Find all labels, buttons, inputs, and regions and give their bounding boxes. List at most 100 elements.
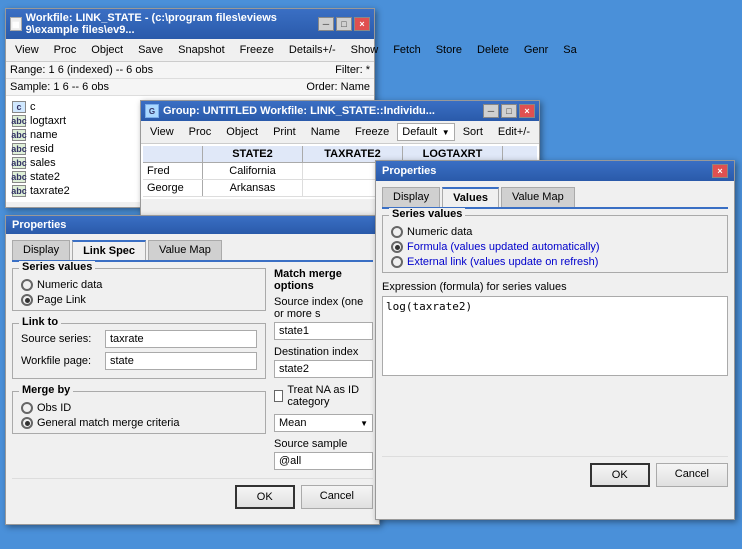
group-title-bar: G Group: UNTITLED Workfile: LINK_STATE::… xyxy=(141,101,539,121)
expression-container: Expression (formula) for series values l… xyxy=(382,281,728,376)
group-row-header xyxy=(143,146,203,162)
tab-link-spec[interactable]: Link Spec xyxy=(72,240,146,260)
menu-store[interactable]: Store xyxy=(429,41,469,59)
group-menu-edit[interactable]: Edit+/- xyxy=(491,123,537,141)
radio-numeric-data[interactable]: Numeric data xyxy=(21,279,257,291)
cell-george-state2: Arkansas xyxy=(203,180,303,196)
props-right-buttons: OK Cancel xyxy=(382,456,728,487)
row-label-george: George xyxy=(143,180,203,196)
source-index-label: Source index (one or more s xyxy=(274,296,373,320)
radio-numeric-dot xyxy=(21,279,33,291)
menu-freeze[interactable]: Freeze xyxy=(233,41,281,59)
props-left-ok-btn[interactable]: OK xyxy=(235,485,295,509)
group-menu-name[interactable]: Name xyxy=(304,123,347,141)
group-style-dropdown[interactable]: Default▼ xyxy=(397,123,454,141)
tab-values-right[interactable]: Values xyxy=(442,187,499,207)
treat-na-checkbox[interactable] xyxy=(274,390,283,402)
treat-na-label: Treat NA as ID category xyxy=(287,384,373,408)
source-sample-input[interactable] xyxy=(274,452,373,470)
merge-by-radio-group: Obs ID General match merge criteria xyxy=(21,402,257,429)
menu-fetch[interactable]: Fetch xyxy=(386,41,428,59)
expression-value: log(taxrate2) xyxy=(386,300,472,313)
props-left-columns: Series values Numeric data Page Link Lin xyxy=(12,268,373,470)
group-close-btn[interactable]: × xyxy=(519,104,535,118)
minimize-btn[interactable]: ─ xyxy=(318,17,334,31)
menu-proc[interactable]: Proc xyxy=(47,41,84,59)
radio-page-link-dot xyxy=(21,294,33,306)
properties-dialog-right: Properties × Display Values Value Map Se… xyxy=(375,160,735,520)
series-type-icon: abc xyxy=(12,171,26,183)
tab-value-map-right[interactable]: Value Map xyxy=(501,187,575,207)
group-menu-print[interactable]: Print xyxy=(266,123,303,141)
source-index-input[interactable] xyxy=(274,322,373,340)
series-type-icon: abc xyxy=(12,157,26,169)
props-left-tab-bar: Display Link Spec Value Map xyxy=(12,240,373,262)
mean-dropdown-container: Mean ▼ xyxy=(274,414,373,432)
menu-show[interactable]: Show xyxy=(344,41,386,59)
row-label-fred: Fred xyxy=(143,163,203,179)
props-right-col: Match merge options Source index (one or… xyxy=(274,268,373,470)
menu-object[interactable]: Object xyxy=(84,41,130,59)
menu-delete[interactable]: Delete xyxy=(470,41,516,59)
props-left-body: Display Link Spec Value Map Series value… xyxy=(6,234,379,524)
close-btn[interactable]: × xyxy=(354,17,370,31)
series-values-group-right: Series values Numeric data Formula (valu… xyxy=(382,215,728,273)
group-menu-object[interactable]: Object xyxy=(219,123,265,141)
menu-genr[interactable]: Genr xyxy=(517,41,555,59)
mean-dropdown[interactable]: Mean ▼ xyxy=(274,414,373,432)
props-left-col: Series values Numeric data Page Link Lin xyxy=(12,268,266,470)
menu-sa[interactable]: Sa xyxy=(556,41,583,59)
workfile-page-input[interactable] xyxy=(105,352,257,370)
series-type-icon: c xyxy=(12,101,26,113)
radio-numeric-right[interactable]: Numeric data xyxy=(391,226,719,238)
radio-external-right[interactable]: External link (values update on refresh) xyxy=(391,256,719,268)
dropdown-arrow-icon: ▼ xyxy=(360,419,368,428)
tab-value-map[interactable]: Value Map xyxy=(148,240,222,260)
expression-input[interactable]: log(taxrate2) xyxy=(382,296,728,376)
group-icon: G xyxy=(145,104,159,118)
merge-by-title: Merge by xyxy=(19,384,73,396)
radio-obs-id-dot xyxy=(21,402,33,414)
radio-formula-right[interactable]: Formula (values updated automatically) xyxy=(391,241,719,253)
series-type-icon: abc xyxy=(12,143,26,155)
props-right-close-btn[interactable]: × xyxy=(712,164,728,178)
radio-obs-id[interactable]: Obs ID xyxy=(21,402,257,414)
radio-general-match-dot xyxy=(21,417,33,429)
tab-display-right[interactable]: Display xyxy=(382,187,440,207)
merge-by-group: Merge by Obs ID General match merge crit… xyxy=(12,391,266,434)
props-right-title-bar: Properties × xyxy=(376,161,734,181)
dest-index-label: Destination index xyxy=(274,346,373,358)
menu-details[interactable]: Details+/- xyxy=(282,41,343,59)
menu-view[interactable]: View xyxy=(8,41,46,59)
series-name: logtaxrt xyxy=(30,115,66,127)
series-name: resid xyxy=(30,143,54,155)
props-left-cancel-btn[interactable]: Cancel xyxy=(301,485,373,509)
menu-save[interactable]: Save xyxy=(131,41,170,59)
maximize-btn[interactable]: □ xyxy=(336,17,352,31)
source-series-input[interactable] xyxy=(105,330,257,348)
source-series-row: Source series: xyxy=(21,330,257,348)
properties-dialog-left: Properties Display Link Spec Value Map S… xyxy=(5,215,380,525)
group-menu-freeze[interactable]: Freeze xyxy=(348,123,396,141)
dest-index-input[interactable] xyxy=(274,360,373,378)
menu-snapshot[interactable]: Snapshot xyxy=(171,41,231,59)
workfile-menu-bar: View Proc Object Save Snapshot Freeze De… xyxy=(6,39,374,62)
radio-general-match[interactable]: General match merge criteria xyxy=(21,417,257,429)
range-info: Range: 1 6 (indexed) -- 6 obs xyxy=(10,64,153,76)
group-minimize-btn[interactable]: ─ xyxy=(483,104,499,118)
series-values-radio-right: Numeric data Formula (values updated aut… xyxy=(391,226,719,268)
group-menu-bar: View Proc Object Print Name Freeze Defau… xyxy=(141,121,539,144)
group-menu-view[interactable]: View xyxy=(143,123,181,141)
group-menu-sort[interactable]: Sort xyxy=(456,123,490,141)
group-maximize-btn[interactable]: □ xyxy=(501,104,517,118)
tab-display[interactable]: Display xyxy=(12,240,70,260)
props-right-cancel-btn[interactable]: Cancel xyxy=(656,463,728,487)
series-name: c xyxy=(30,101,36,113)
radio-page-link[interactable]: Page Link xyxy=(21,294,257,306)
props-right-tab-bar: Display Values Value Map xyxy=(382,187,728,209)
props-right-ok-btn[interactable]: OK xyxy=(590,463,650,487)
mean-value: Mean xyxy=(279,417,307,429)
group-menu-proc[interactable]: Proc xyxy=(182,123,219,141)
radio-numeric-label-right: Numeric data xyxy=(407,226,472,238)
props-left-title-bar: Properties xyxy=(6,216,379,234)
